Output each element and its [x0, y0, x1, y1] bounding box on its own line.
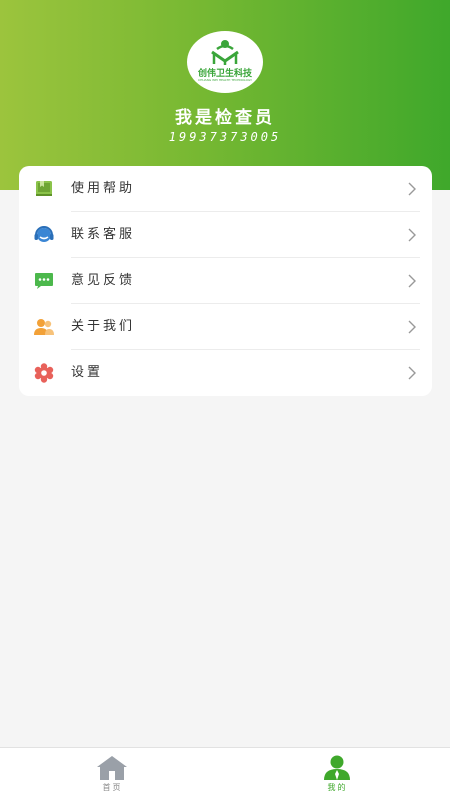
user-phone: 19937373005 — [168, 130, 282, 144]
chevron-right-icon — [408, 320, 416, 334]
menu-item-label: 联系客服 — [71, 227, 136, 242]
profile-header: 创伟卫生科技 CHUANG WEI HEALTH TECHNOLOGY 我是检查… — [0, 0, 450, 190]
menu-item-label: 设置 — [71, 365, 104, 380]
menu-item-settings[interactable]: 设置 — [19, 350, 432, 396]
menu-item-label: 意见反馈 — [71, 273, 136, 288]
profile-page: 创伟卫生科技 CHUANG WEI HEALTH TECHNOLOGY 我是检查… — [0, 0, 450, 800]
menu-item-help[interactable]: 使用帮助 — [19, 166, 432, 212]
menu-item-about-us[interactable]: 关于我们 — [19, 304, 432, 350]
chevron-right-icon — [408, 366, 416, 380]
chevron-right-icon — [408, 228, 416, 242]
headset-icon — [34, 226, 54, 242]
menu-item-label: 使用帮助 — [71, 181, 136, 196]
user-name: 我是检查员 — [175, 108, 275, 128]
menu-item-feedback[interactable]: 意见反馈 — [19, 258, 432, 304]
chevron-right-icon — [408, 182, 416, 196]
company-logo: 创伟卫生科技 CHUANG WEI HEALTH TECHNOLOGY — [187, 31, 263, 93]
menu-item-contact-service[interactable]: 联系客服 — [19, 212, 432, 258]
logo-emblem-icon — [211, 40, 239, 65]
user-icon — [324, 755, 350, 780]
book-icon — [36, 181, 52, 196]
logo-subtext: CHUANG WEI HEALTH TECHNOLOGY — [198, 78, 252, 82]
tab-mine[interactable]: 我的 — [225, 748, 450, 800]
chevron-right-icon — [408, 274, 416, 288]
bottom-tab-bar: 首页 我的 — [0, 747, 450, 800]
chat-bubble-icon — [35, 273, 53, 289]
tab-home[interactable]: 首页 — [0, 748, 225, 800]
menu-card: 使用帮助 联系客服 意见反馈 关于我们 设置 — [19, 166, 432, 396]
tab-label: 首页 — [102, 783, 123, 792]
gear-icon — [34, 363, 54, 383]
tab-label: 我的 — [327, 783, 348, 792]
users-icon — [34, 319, 54, 335]
home-icon — [97, 756, 127, 780]
menu-item-label: 关于我们 — [71, 319, 136, 334]
